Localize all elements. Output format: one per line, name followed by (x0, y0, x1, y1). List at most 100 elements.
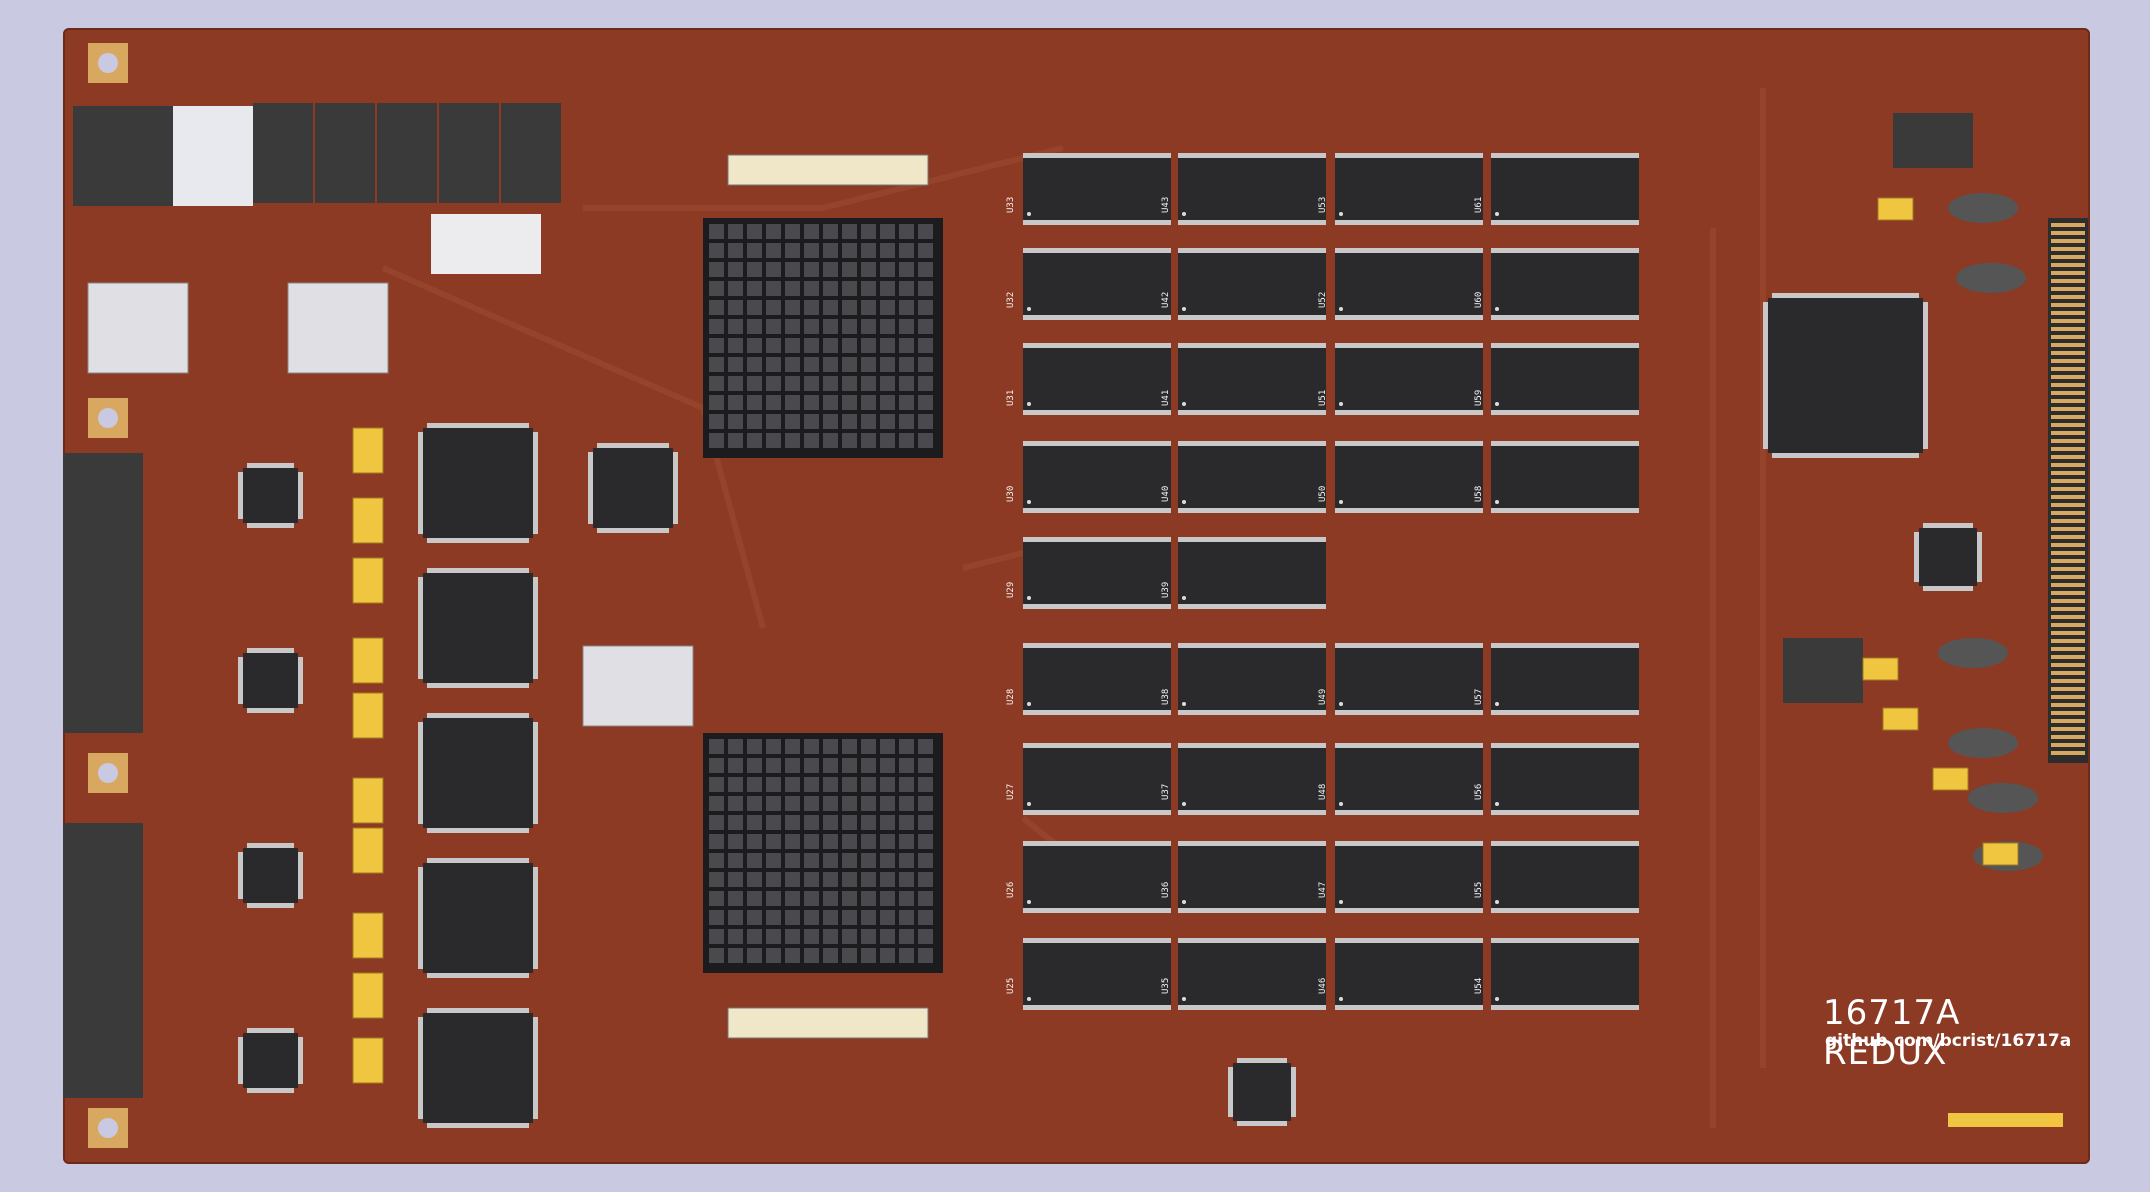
edge-connector-2 (63, 823, 143, 1098)
heatsink-1-fin (747, 395, 762, 410)
silk-label: U57 (1474, 689, 1484, 705)
tantalum-cap-r1 (1862, 657, 1899, 681)
pcb-board: U33 U32 U31 U30 U29 U28 U27 U26 U25 U43 U42 U41 U40 U… (63, 28, 2090, 1164)
silk-label: U39 (1161, 582, 1171, 598)
card-edge-pin (2051, 439, 2085, 443)
heatsink-2-fin (823, 815, 838, 830)
sram-chip-pin1 (1027, 702, 1031, 706)
heatsink-1-fin (804, 300, 819, 315)
heatsink-2-fin (918, 910, 933, 925)
sram-chip (1491, 348, 1639, 410)
ethernet-cutout (173, 106, 253, 206)
sram-chip-pins-top (1335, 938, 1483, 943)
heatsink-1-fin (918, 224, 933, 239)
silk-label: U56 (1474, 784, 1484, 800)
heatsink-2-fin (728, 910, 743, 925)
sram-chip-pin1 (1339, 402, 1343, 406)
heatsink-1-fin (823, 414, 838, 429)
heatsink-1-fin (728, 414, 743, 429)
sram-chip-pins-bottom (1335, 810, 1483, 815)
bottom-qfp (1233, 1063, 1291, 1121)
comparator-qfp-4 (423, 1013, 533, 1123)
analog-ic-1 (243, 653, 298, 708)
card-edge-pin (2051, 287, 2085, 291)
card-edge-pin (2051, 455, 2085, 459)
sram-chip (1023, 542, 1171, 604)
sram-chip-pins-bottom (1491, 908, 1639, 913)
heatsink-2-fin (899, 739, 914, 754)
card-edge-pin (2051, 711, 2085, 715)
heatsink-1-fin (728, 433, 743, 448)
heatsink-2-fin (766, 739, 781, 754)
sram-chip (1491, 446, 1639, 508)
heatsink-1-fin (804, 224, 819, 239)
heatsink-1-fin (785, 262, 800, 277)
card-edge-pin (2051, 703, 2085, 707)
heatsink-1-fin (766, 319, 781, 334)
sram-chip-pins-top (1335, 643, 1483, 648)
sram-chip-pin1 (1027, 500, 1031, 504)
heatsink-2-fin (804, 777, 819, 792)
heatsink-1-fin (823, 300, 838, 315)
card-edge-pin (2051, 423, 2085, 427)
heatsink-1-fin (861, 376, 876, 391)
card-edge-pin (2051, 231, 2085, 235)
mezz-connector-bottom (727, 1007, 929, 1039)
sram-chip-pin1 (1495, 702, 1499, 706)
heatsink-1-fin (880, 414, 895, 429)
heatsink-1-fin (918, 376, 933, 391)
heatsink-1-fin (709, 243, 724, 258)
pcb-artwork: U33 U32 U31 U30 U29 U28 U27 U26 U25 U43 U42 U41 U40 U… (63, 43, 2088, 1148)
heatsink-1-fin (880, 357, 895, 372)
inductor-4 (1968, 783, 2038, 813)
card-edge-pin (2051, 279, 2085, 283)
heatsink-1-fin (918, 395, 933, 410)
tantalum-cap-r4 (1982, 842, 2019, 866)
sram-chip-pin1 (1027, 596, 1031, 600)
card-edge-pin (2051, 607, 2085, 611)
inductor-2 (1938, 638, 2008, 668)
heatsink-2-fin (728, 758, 743, 773)
sram-chip-pins-bottom (1335, 508, 1483, 513)
sram-chip-pin1 (1495, 212, 1499, 216)
sram-chip-pins-bottom (1023, 220, 1171, 225)
heatsink-2-fin (842, 929, 857, 944)
heatsink-2-fin (804, 929, 819, 944)
yellow-cap-5 (352, 777, 384, 824)
heatsink-2-fin (747, 739, 762, 754)
heatsink-2-fin (842, 853, 857, 868)
heatsink-1-fin (804, 357, 819, 372)
heatsink-1-fin (728, 338, 743, 353)
heatsink-1-fin (709, 395, 724, 410)
heatsink-1-fin (899, 281, 914, 296)
card-edge-pin (2051, 527, 2085, 531)
silk-label: U53 (1318, 197, 1328, 213)
heatsink-1-fin (861, 414, 876, 429)
sram-chip-pins-top (1335, 841, 1483, 846)
card-edge-pin (2051, 503, 2085, 507)
heatsink-1-fin (899, 395, 914, 410)
heatsink-2-fin (804, 910, 819, 925)
heatsink-2-fin (747, 948, 762, 963)
card-edge-pin (2051, 319, 2085, 323)
heatsink-2-fin (842, 758, 857, 773)
card-edge-pin (2051, 591, 2085, 595)
heatsink-2-fin (899, 872, 914, 887)
heatsink-1-fin (861, 319, 876, 334)
heatsink-2-fin (918, 948, 933, 963)
yellow-cap-7 (352, 912, 384, 959)
heatsink-1-fin (861, 300, 876, 315)
heatsink-2-fin (842, 948, 857, 963)
silk-label: U35 (1161, 978, 1171, 994)
silk-label: U61 (1474, 197, 1484, 213)
silk-label: U60 (1474, 292, 1484, 308)
heatsink-2-fin (728, 929, 743, 944)
sram-chip-pins-top (1335, 343, 1483, 348)
sram-chip-pins-top (1178, 343, 1326, 348)
sram-chip (1335, 348, 1483, 410)
silk-label: U32 (1006, 292, 1016, 308)
heatsink-2-fin (918, 777, 933, 792)
heatsink-1-fin (842, 262, 857, 277)
heatsink-2-fin (880, 910, 895, 925)
usb-socket-1 (87, 282, 189, 374)
